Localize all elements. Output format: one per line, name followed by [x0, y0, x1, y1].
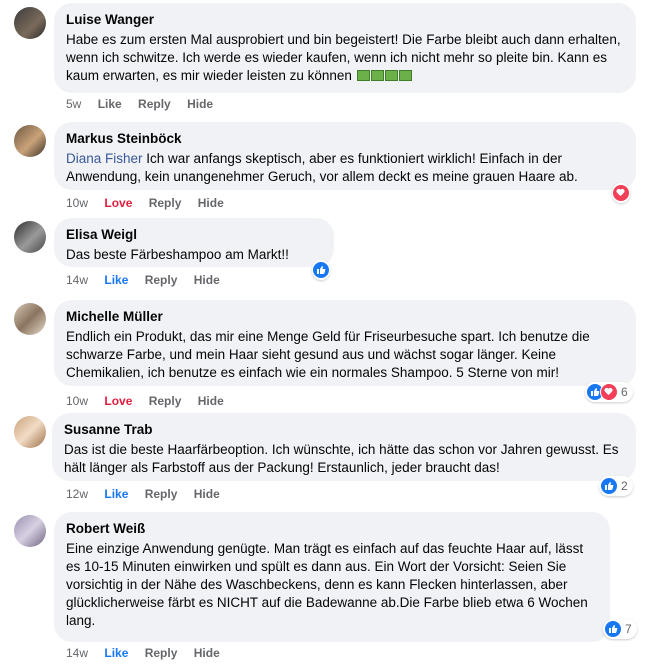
comment-text: Eine einzige Anwendung genügte. Man träg…: [66, 541, 588, 628]
comment-text: Endlich ein Produkt, das mir eine Menge …: [66, 329, 590, 380]
reply-button[interactable]: Reply: [145, 273, 178, 287]
money-with-wings-emoji: [356, 68, 412, 83]
timestamp[interactable]: 5w: [66, 97, 81, 111]
commenter-name[interactable]: Michelle Müller: [66, 308, 624, 326]
hide-button[interactable]: Hide: [198, 196, 224, 210]
timestamp[interactable]: 10w: [66, 196, 88, 210]
reaction-summary[interactable]: [612, 183, 630, 203]
avatar[interactable]: [14, 416, 46, 448]
commenter-name[interactable]: Luise Wanger: [66, 11, 624, 29]
reaction-summary[interactable]: 7: [603, 619, 637, 639]
timestamp[interactable]: 10w: [66, 394, 88, 408]
reply-button[interactable]: Reply: [149, 196, 182, 210]
comment-bubble: Luise Wanger Habe es zum ersten Mal ausp…: [54, 3, 636, 93]
comment-actions: 14w Like Reply Hide: [66, 645, 233, 661]
like-button[interactable]: Like: [104, 646, 128, 660]
hide-button[interactable]: Hide: [194, 273, 220, 287]
comment-bubble: Michelle Müller Endlich ein Produkt, das…: [54, 300, 636, 386]
reaction-count: 2: [621, 479, 628, 493]
avatar[interactable]: [14, 221, 46, 253]
comment-text: Das beste Färbeshampoo am Markt!!: [66, 247, 289, 262]
comment-text: Habe es zum ersten Mal ausprobiert und b…: [66, 32, 621, 83]
love-button[interactable]: Love: [104, 196, 132, 210]
reply-button[interactable]: Reply: [149, 394, 182, 408]
reply-button[interactable]: Reply: [145, 646, 178, 660]
timestamp[interactable]: 14w: [66, 646, 88, 660]
hide-button[interactable]: Hide: [187, 97, 213, 111]
comment-bubble: Susanne Trab Das ist die beste Haarfärbe…: [52, 413, 636, 481]
like-button[interactable]: Like: [98, 97, 122, 111]
like-button[interactable]: Like: [104, 273, 128, 287]
comment-actions: 12w Like Reply Hide: [66, 486, 233, 502]
reply-button[interactable]: Reply: [138, 97, 171, 111]
like-icon: [604, 620, 622, 638]
commenter-name[interactable]: Robert Weiß: [66, 520, 598, 538]
commenter-name[interactable]: Elisa Weigl: [66, 226, 322, 244]
comment-bubble: Markus Steinböck Diana Fisher Ich war an…: [54, 122, 636, 190]
comment-bubble: Robert Weiß Eine einzige Anwendung genüg…: [54, 512, 610, 642]
avatar[interactable]: [14, 125, 46, 157]
love-icon: [600, 383, 618, 401]
like-icon: [312, 261, 330, 279]
reaction-count: 7: [625, 622, 632, 636]
like-icon: [600, 477, 618, 495]
reaction-summary[interactable]: 6: [585, 382, 633, 402]
comment-actions: 5w Like Reply Hide: [66, 96, 226, 112]
commenter-name[interactable]: Markus Steinböck: [66, 130, 624, 148]
avatar[interactable]: [14, 515, 46, 547]
reply-button[interactable]: Reply: [145, 487, 178, 501]
comment-text: Diana Fisher Ich war anfangs skeptisch, …: [66, 151, 578, 184]
comment-actions: 10w Love Reply Hide: [66, 195, 237, 211]
commenter-name[interactable]: Susanne Trab: [64, 421, 624, 439]
hide-button[interactable]: Hide: [194, 487, 220, 501]
like-button[interactable]: Like: [104, 487, 128, 501]
comment-text: Das ist die beste Haarfärbeoption. Ich w…: [64, 442, 619, 475]
love-icon: [612, 184, 630, 202]
comment-bubble: Elisa Weigl Das beste Färbeshampoo am Ma…: [54, 218, 334, 267]
reaction-count: 6: [621, 385, 628, 399]
reaction-summary[interactable]: 2: [599, 476, 633, 496]
love-button[interactable]: Love: [104, 394, 132, 408]
comment-actions: 10w Love Reply Hide: [66, 393, 237, 409]
hide-button[interactable]: Hide: [198, 394, 224, 408]
comment-actions: 14w Like Reply Hide: [66, 272, 233, 288]
avatar[interactable]: [14, 7, 46, 39]
hide-button[interactable]: Hide: [194, 646, 220, 660]
avatar[interactable]: [14, 303, 46, 335]
timestamp[interactable]: 14w: [66, 273, 88, 287]
mention-link[interactable]: Diana Fisher: [66, 151, 143, 166]
timestamp[interactable]: 12w: [66, 487, 88, 501]
reaction-summary[interactable]: [312, 260, 330, 280]
